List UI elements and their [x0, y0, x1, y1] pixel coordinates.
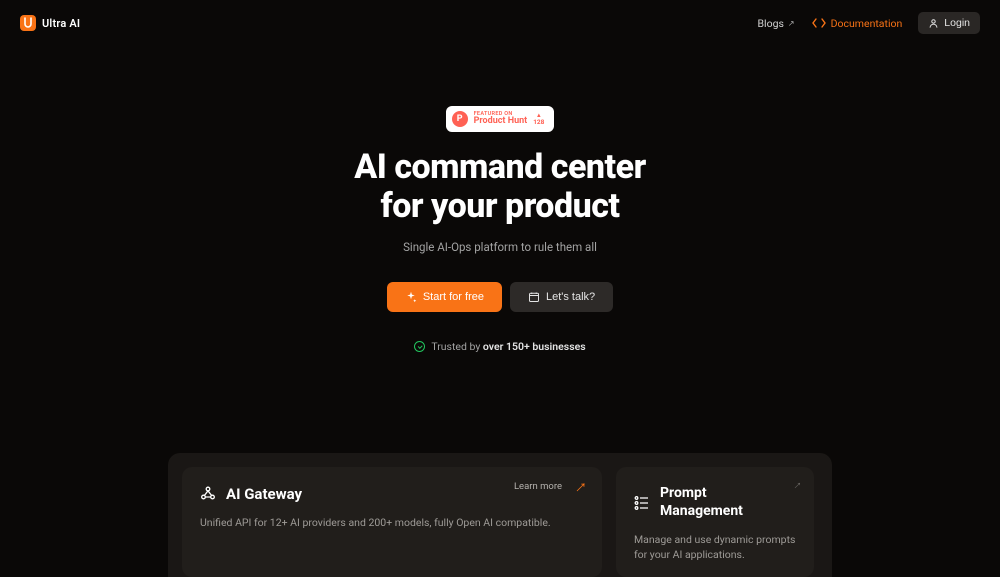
code-icon — [811, 15, 827, 31]
card-desc: Manage and use dynamic prompts for your … — [634, 532, 796, 562]
card-title: Prompt Management — [660, 485, 743, 520]
card-desc: Unified API for 12+ AI providers and 200… — [200, 515, 584, 530]
brand[interactable]: Ultra AI — [20, 15, 80, 31]
product-hunt-icon: P — [452, 111, 468, 127]
ph-name: Product Hunt — [474, 117, 528, 126]
hero: P FEATURED ON Product Hunt ▲ 128 AI comm… — [0, 40, 1000, 353]
settings-list-icon — [634, 495, 650, 511]
cta-row: Start for free Let's talk? — [387, 282, 613, 312]
top-nav: Blogs ↗ Documentation Login — [758, 12, 980, 34]
card-title: AI Gateway — [226, 485, 302, 503]
sparkle-icon — [405, 291, 417, 303]
card-ai-gateway[interactable]: Learn more → AI Gateway Unified API for … — [182, 467, 602, 577]
nav-docs-link[interactable]: Documentation — [811, 15, 903, 31]
check-circle-icon — [414, 341, 425, 352]
calendar-icon — [528, 291, 540, 303]
login-button[interactable]: Login — [918, 12, 980, 34]
brand-logo-icon — [20, 15, 36, 31]
external-link-icon: ↗ — [788, 19, 795, 28]
hero-title: AI command center for your product — [354, 148, 646, 226]
product-hunt-badge[interactable]: P FEATURED ON Product Hunt ▲ 128 — [446, 106, 555, 132]
nav-blogs-link[interactable]: Blogs ↗ — [758, 17, 795, 30]
card-prompt-management[interactable]: → Prompt Management Manage and use dynam… — [616, 467, 814, 577]
lets-talk-button[interactable]: Let's talk? — [510, 282, 613, 312]
feature-cards: Learn more → AI Gateway Unified API for … — [168, 453, 832, 577]
trust-line: Trusted by over 150+ businesses — [414, 340, 585, 353]
network-icon — [200, 486, 216, 502]
user-icon — [928, 18, 939, 29]
hero-subtitle: Single AI-Ops platform to rule them all — [403, 240, 597, 254]
brand-name: Ultra AI — [42, 17, 80, 30]
learn-more-link[interactable]: Learn more — [514, 481, 562, 492]
ph-upvote: ▲ 128 — [533, 113, 544, 126]
start-free-button[interactable]: Start for free — [387, 282, 502, 312]
